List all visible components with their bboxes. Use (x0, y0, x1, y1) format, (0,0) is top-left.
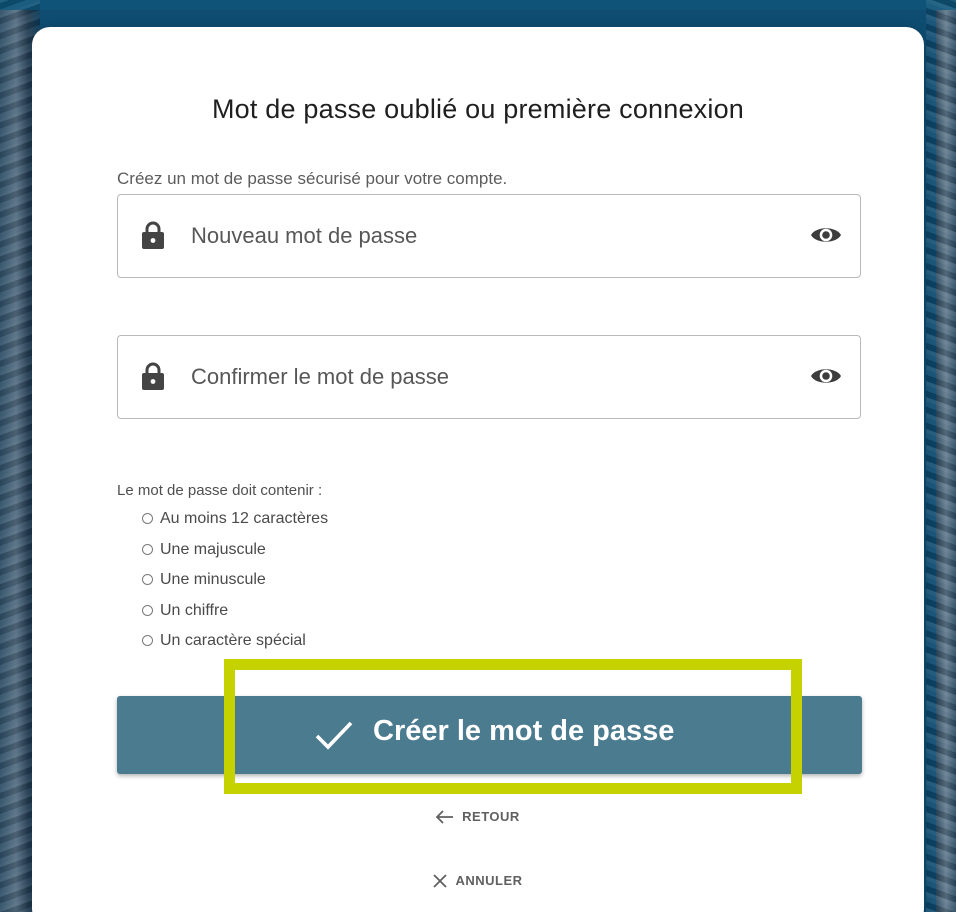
requirement-item: Une majuscule (142, 541, 328, 572)
requirement-label: Un chiffre (160, 601, 229, 619)
cancel-link[interactable]: ANNULER (0, 873, 956, 888)
requirement-label: Une minuscule (160, 571, 266, 588)
password-card (32, 27, 924, 912)
cancel-label: ANNULER (455, 873, 523, 888)
arrow-left-icon (436, 809, 454, 824)
background-right-edge (926, 0, 956, 912)
back-link[interactable]: RETOUR (0, 809, 956, 824)
confirm-password-input[interactable] (191, 364, 751, 390)
lock-icon (142, 362, 164, 390)
close-icon (433, 873, 448, 888)
lock-icon (142, 221, 164, 249)
requirement-item: Au moins 12 caractères (142, 510, 328, 541)
requirement-label: Au moins 12 caractères (160, 510, 329, 527)
eye-icon[interactable] (810, 223, 842, 247)
requirement-label: Une majuscule (160, 540, 266, 558)
unchecked-circle-icon (142, 543, 153, 555)
back-label: RETOUR (462, 809, 520, 824)
requirement-item: Un caractère spécial (142, 632, 328, 663)
requirement-item: Un chiffre (142, 602, 328, 633)
new-password-input[interactable] (191, 223, 751, 249)
page-title: Mot de passe oublié ou première connexio… (211, 94, 745, 124)
create-password-label: Créer le mot de passe (373, 715, 675, 747)
create-password-button[interactable]: Créer le mot de passe (117, 696, 862, 774)
unchecked-circle-icon (142, 513, 153, 524)
checkmark-icon (315, 721, 353, 750)
form-subtitle: Créez un mot de passe sécurisé pour votr… (117, 169, 508, 188)
new-password-field[interactable] (117, 194, 861, 278)
requirement-label: Un caractère spécial (160, 632, 306, 649)
confirm-password-field[interactable] (117, 335, 861, 419)
unchecked-circle-icon (142, 574, 153, 585)
requirement-item: Une minuscule (142, 571, 328, 602)
unchecked-circle-icon (142, 635, 153, 646)
requirements-list: Au moins 12 caractères Une majuscule Une… (142, 510, 328, 663)
unchecked-circle-icon (142, 604, 153, 616)
eye-icon[interactable] (810, 364, 842, 388)
requirements-heading: Le mot de passe doit contenir : (117, 482, 323, 499)
